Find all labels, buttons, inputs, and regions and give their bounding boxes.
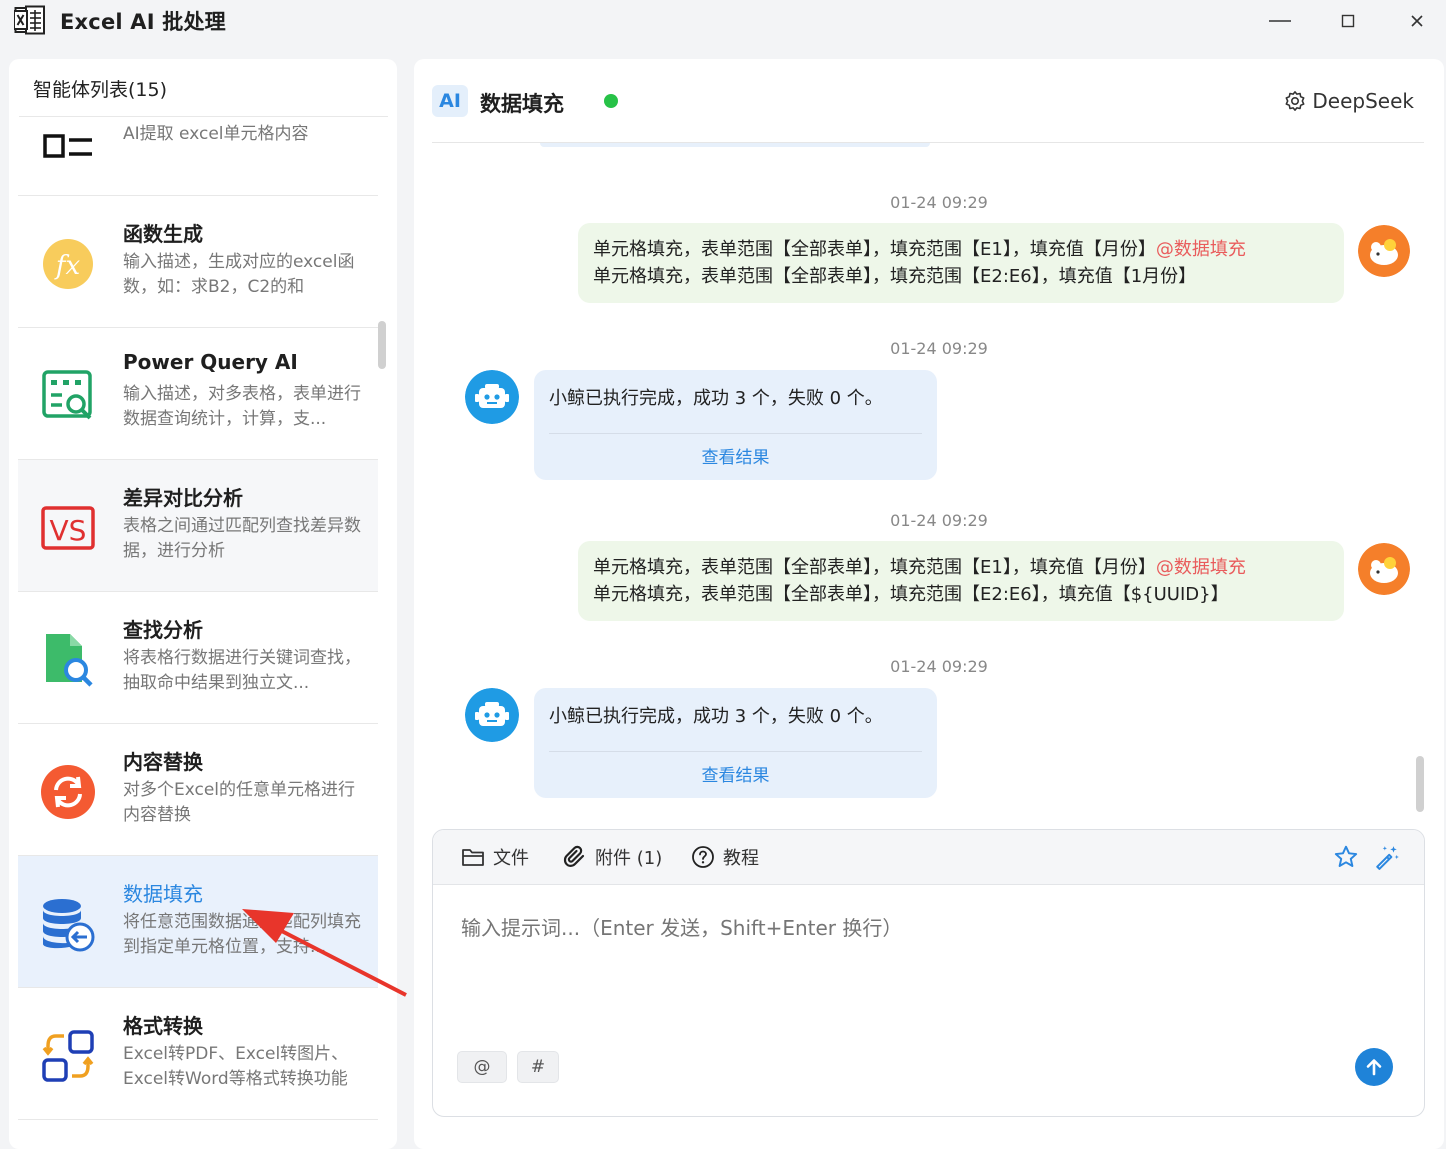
bot-message-divider [549, 751, 922, 752]
close-icon [1411, 15, 1423, 27]
arrow-pointer-icon [242, 909, 407, 997]
arrow-up-icon [1366, 1059, 1382, 1076]
message-time: 01-24 09:29 [890, 511, 988, 530]
previous-message-edge [540, 143, 930, 147]
message-line: 单元格填充，表单范围【全部表单】，填充范围【E1】，填充值【月份】 [593, 239, 1156, 260]
paperclip-icon [563, 845, 585, 867]
ai-badge: AI [432, 85, 468, 117]
tutorial-label: 教程 [723, 848, 759, 869]
model-selector[interactable]: DeepSeek [1284, 89, 1414, 113]
bot-message: 小鲸已执行完成，成功 3 个，失败 0 个。 查看结果 [534, 688, 937, 798]
message-composer: 文件 附件 (1) 教程 输入提示词...（Enter 发送，Shift+Ent… [432, 829, 1425, 1117]
bot-message-divider [549, 433, 922, 434]
agent-desc: 输入描述，对多表格，表单进行数据查询统计，计算，支... [123, 384, 361, 429]
tag-chip[interactable]: # [517, 1051, 559, 1083]
agent-name: 查找分析 [123, 618, 203, 642]
agent-item-search[interactable]: 查找分析 将表格行数据进行关键词查找，抽取命中结果到独立文... [18, 592, 378, 724]
agent-name: 差异对比分析 [123, 486, 243, 510]
agent-name: 格式转换 [123, 1014, 203, 1038]
send-button[interactable] [1355, 1048, 1393, 1086]
message-time: 01-24 09:29 [890, 657, 988, 676]
title-bar: Excel AI 批处理 [0, 0, 1446, 48]
table-search-icon [42, 370, 92, 420]
magic-wand-icon [1376, 846, 1399, 870]
agent-desc: 对多个Excel的任意单元格进行内容替换 [123, 780, 356, 825]
database-fill-icon [43, 899, 95, 952]
sidebar-header: 智能体列表(15) [33, 79, 168, 101]
agent-name: Power Query AI [123, 350, 298, 374]
attachment-label: 附件 (1) [595, 848, 663, 869]
message-line: 单元格填充，表单范围【全部表单】，填充范围【E2:E6】，填充值【${UUID}… [593, 584, 1229, 605]
message-list: 01-24 09:29 单元格填充，表单范围【全部表单】，填充范围【E1】，填充… [414, 143, 1444, 823]
format-convert-icon [42, 1030, 94, 1082]
user-avatar[interactable] [1358, 543, 1410, 595]
agent-desc: 输入描述，生成对应的excel函数，如：求B2，C2的和 [123, 252, 355, 297]
message-time: 01-24 09:29 [890, 339, 988, 358]
model-name: DeepSeek [1312, 89, 1414, 113]
mention-chip[interactable]: @ [457, 1051, 507, 1083]
user-message: 单元格填充，表单范围【全部表单】，填充范围【E1】，填充值【月份】@数据填充 单… [578, 223, 1344, 303]
agent-name: 内容替换 [123, 750, 203, 774]
view-result-link[interactable]: 查看结果 [534, 761, 937, 786]
minimize-icon [1269, 20, 1291, 22]
agent-mention[interactable]: @数据填充 [1156, 239, 1246, 260]
tutorial-button[interactable]: 教程 [691, 844, 759, 870]
bot-message: 小鲸已执行完成，成功 3 个，失败 0 个。 查看结果 [534, 370, 937, 480]
agent-item-power-query[interactable]: Power Query AI 输入描述，对多表格，表单进行数据查询统计，计算，支… [18, 328, 378, 460]
file-button[interactable]: 文件 [461, 844, 529, 870]
file-search-icon [46, 634, 93, 687]
agent-name: 函数生成 [123, 222, 203, 246]
agent-item-format[interactable]: 格式转换 Excel转PDF、Excel转图片、Excel转Word等格式转换功… [18, 988, 378, 1120]
agent-item-diff[interactable]: VS 差异对比分析 表格之间通过匹配列查找差异数据，进行分析 [18, 460, 378, 592]
maximize-icon [1341, 14, 1355, 28]
agent-desc: 将表格行数据进行关键词查找，抽取命中结果到独立文... [123, 648, 361, 693]
agent-mention[interactable]: @数据填充 [1156, 557, 1246, 578]
agent-desc: Excel转PDF、Excel转图片、Excel转Word等格式转换功能 [123, 1044, 349, 1089]
vs-icon: VS [41, 506, 95, 550]
favorite-button[interactable] [1333, 844, 1361, 872]
excel-logo-icon [14, 5, 45, 35]
folder-icon [462, 849, 484, 866]
composer-toolbar: 文件 附件 (1) 教程 [433, 830, 1424, 885]
agent-item-function[interactable]: fx 函数生成 输入描述，生成对应的excel函数，如：求B2，C2的和 [18, 196, 378, 328]
app-title: Excel AI 批处理 [60, 10, 226, 34]
robot-avatar [465, 370, 519, 424]
bot-message-text: 小鲸已执行完成，成功 3 个，失败 0 个。 [549, 706, 883, 727]
message-line: 单元格填充，表单范围【全部表单】，填充范围【E1】，填充值【月份】 [593, 557, 1156, 578]
agent-title: 数据填充 [480, 92, 564, 116]
help-circle-icon [692, 846, 714, 868]
svg-text:fx: fx [54, 251, 81, 281]
user-avatar[interactable] [1358, 225, 1410, 277]
message-line: 单元格填充，表单范围【全部表单】，填充范围【E2:E6】，填充值【1月份】 [593, 266, 1197, 287]
agent-desc: AI提取 excel单元格内容 [123, 124, 309, 144]
maximize-button[interactable] [1328, 4, 1368, 38]
prompt-input[interactable] [461, 900, 1361, 956]
magic-edit-button[interactable] [1374, 844, 1402, 872]
gear-icon [1285, 91, 1305, 111]
view-result-link[interactable]: 查看结果 [534, 443, 937, 468]
agent-name: 数据填充 [123, 882, 203, 906]
user-message: 单元格填充，表单范围【全部表单】，填充范围【E1】，填充值【月份】@数据填充 单… [578, 541, 1344, 621]
agent-item-replace[interactable]: 内容替换 对多个Excel的任意单元格进行内容替换 [18, 724, 378, 856]
bot-message-text: 小鲸已执行完成，成功 3 个，失败 0 个。 [549, 388, 883, 409]
minimize-button[interactable] [1260, 4, 1300, 38]
sidebar-scrollbar[interactable] [378, 321, 386, 369]
agent-item-extract[interactable]: AI提取 excel单元格内容 [18, 117, 378, 196]
robot-avatar [465, 688, 519, 742]
file-label: 文件 [493, 848, 529, 869]
chat-scrollbar[interactable] [1416, 756, 1424, 812]
agent-desc: 表格之间通过匹配列查找差异数据，进行分析 [123, 516, 361, 561]
extract-icon [43, 134, 92, 158]
close-button[interactable] [1397, 4, 1437, 38]
replace-icon [41, 765, 95, 819]
star-icon [1334, 845, 1358, 867]
fx-icon: fx [43, 239, 93, 289]
svg-text:VS: VS [50, 514, 87, 547]
attachment-button[interactable]: 附件 (1) [563, 844, 662, 870]
message-time: 01-24 09:29 [890, 193, 988, 212]
chat-panel: AI 数据填充 DeepSeek 01-24 09:29 单元格填充，表单范围【… [414, 59, 1444, 1149]
status-dot [604, 94, 618, 108]
